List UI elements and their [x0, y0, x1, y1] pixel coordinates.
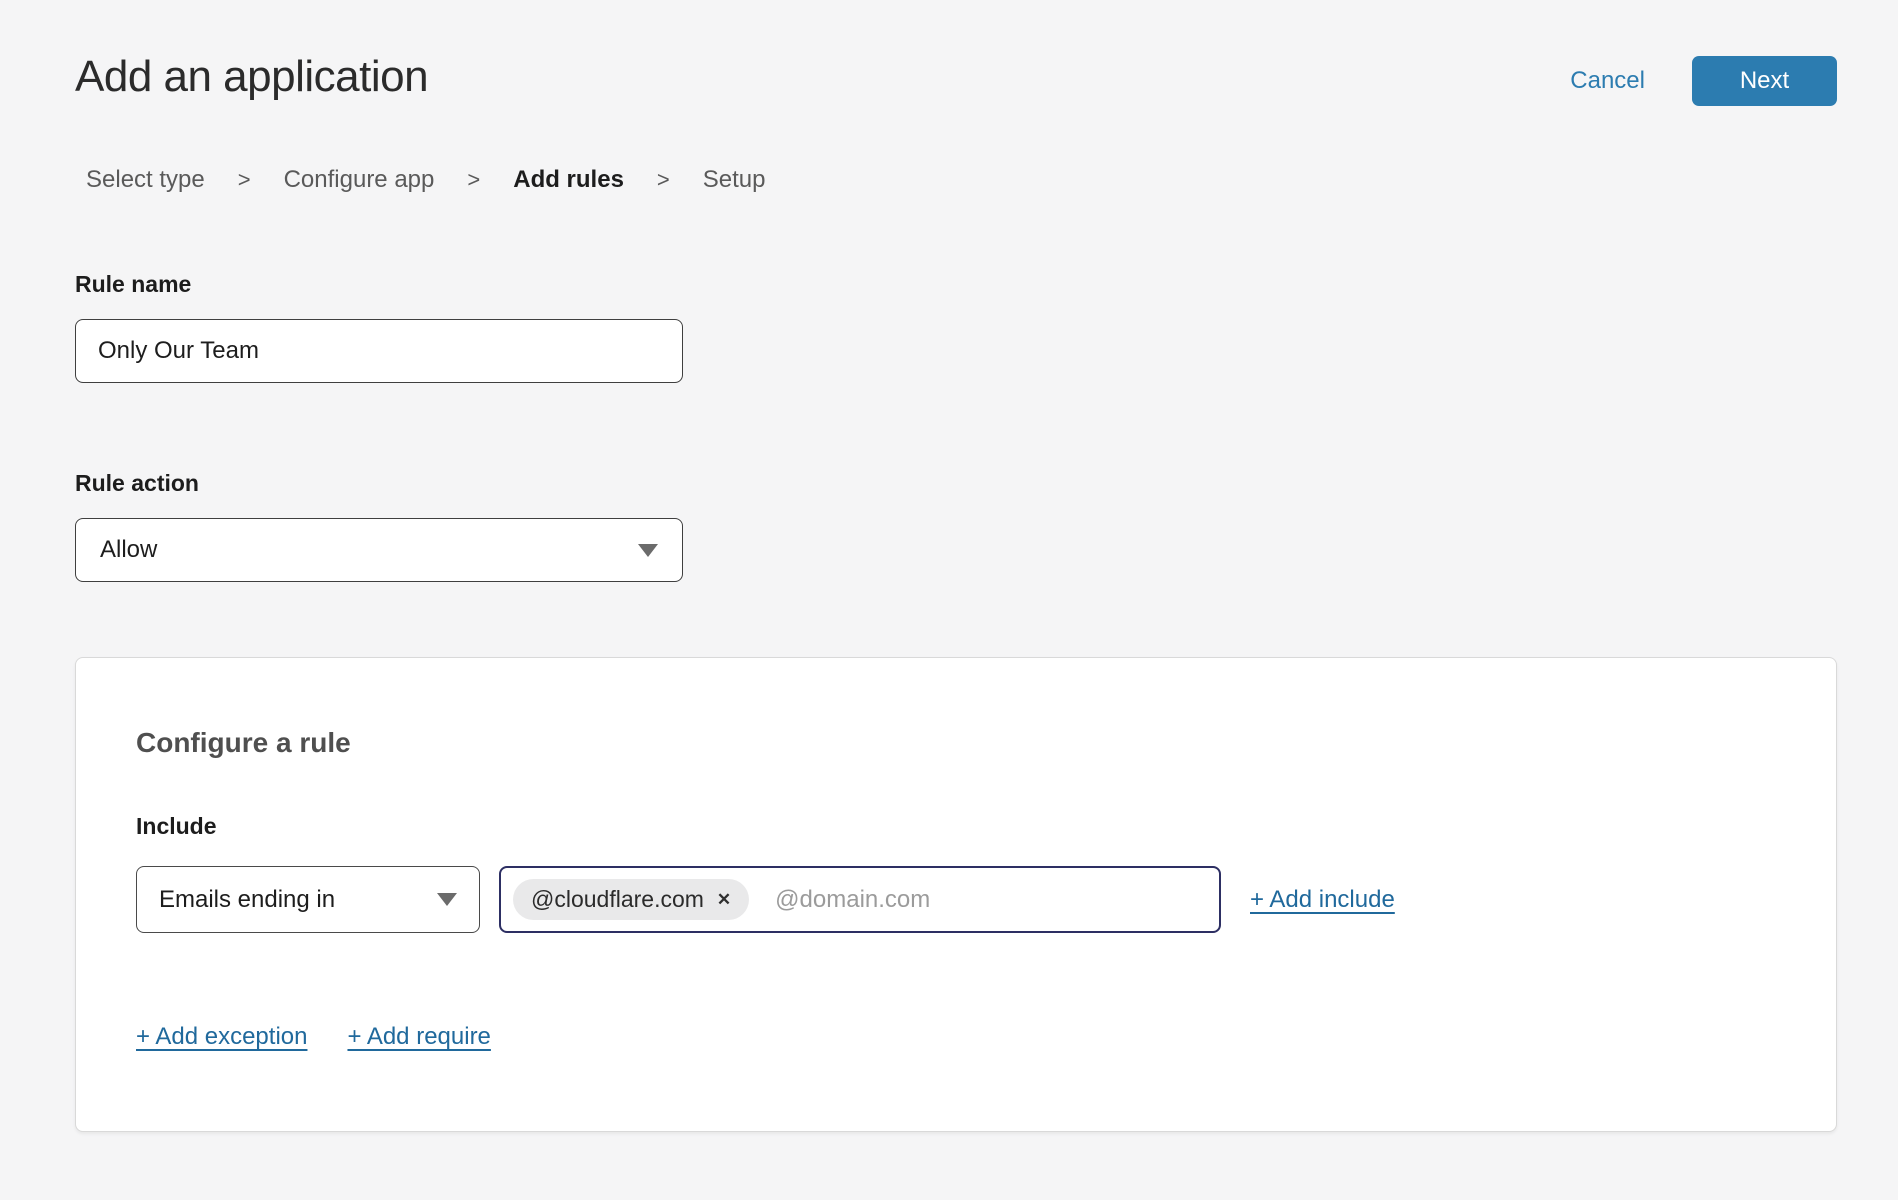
- include-type-selected-value: Emails ending in: [159, 886, 335, 914]
- rule-name-input[interactable]: [75, 319, 683, 383]
- breadcrumb-separator-icon: >: [657, 167, 670, 193]
- include-value-input[interactable]: @cloudflare.com ✕ @domain.com: [499, 866, 1221, 933]
- add-require-link[interactable]: + Add require: [347, 1023, 490, 1051]
- breadcrumb-step-setup[interactable]: Setup: [703, 166, 766, 194]
- breadcrumb-step-select-type[interactable]: Select type: [86, 166, 205, 194]
- add-include-link[interactable]: + Add include: [1250, 886, 1395, 914]
- chevron-down-icon: [638, 544, 658, 557]
- header-actions: Cancel Next: [1570, 56, 1837, 106]
- domain-input-placeholder: @domain.com: [775, 886, 930, 914]
- breadcrumb-step-add-rules[interactable]: Add rules: [513, 166, 624, 194]
- page-header: Add an application Cancel Next: [75, 48, 1837, 106]
- rule-extra-actions: + Add exception + Add require: [136, 1023, 1776, 1051]
- rule-action-label: Rule action: [75, 470, 1837, 497]
- rule-action-selected-value: Allow: [100, 536, 157, 564]
- email-domain-tag-label: @cloudflare.com: [531, 886, 704, 913]
- include-rule-row: Emails ending in @cloudflare.com ✕ @doma…: [136, 866, 1776, 933]
- include-type-select[interactable]: Emails ending in: [136, 866, 480, 933]
- configure-rule-card: Configure a rule Include Emails ending i…: [75, 657, 1837, 1132]
- breadcrumb-separator-icon: >: [238, 167, 251, 193]
- breadcrumb: Select type > Configure app > Add rules …: [86, 166, 1837, 194]
- remove-tag-icon[interactable]: ✕: [717, 891, 731, 908]
- email-domain-tag: @cloudflare.com ✕: [513, 879, 749, 920]
- next-button[interactable]: Next: [1692, 56, 1837, 106]
- configure-rule-title: Configure a rule: [136, 727, 1776, 759]
- chevron-down-icon: [437, 893, 457, 906]
- rule-action-select[interactable]: Allow: [75, 518, 683, 582]
- cancel-button[interactable]: Cancel: [1570, 67, 1645, 95]
- breadcrumb-separator-icon: >: [467, 167, 480, 193]
- add-application-page: Add an application Cancel Next Select ty…: [0, 0, 1898, 1200]
- include-label: Include: [136, 813, 1776, 840]
- breadcrumb-step-configure-app[interactable]: Configure app: [284, 166, 435, 194]
- page-title: Add an application: [75, 48, 428, 105]
- add-exception-link[interactable]: + Add exception: [136, 1023, 307, 1051]
- rule-name-label: Rule name: [75, 271, 1837, 298]
